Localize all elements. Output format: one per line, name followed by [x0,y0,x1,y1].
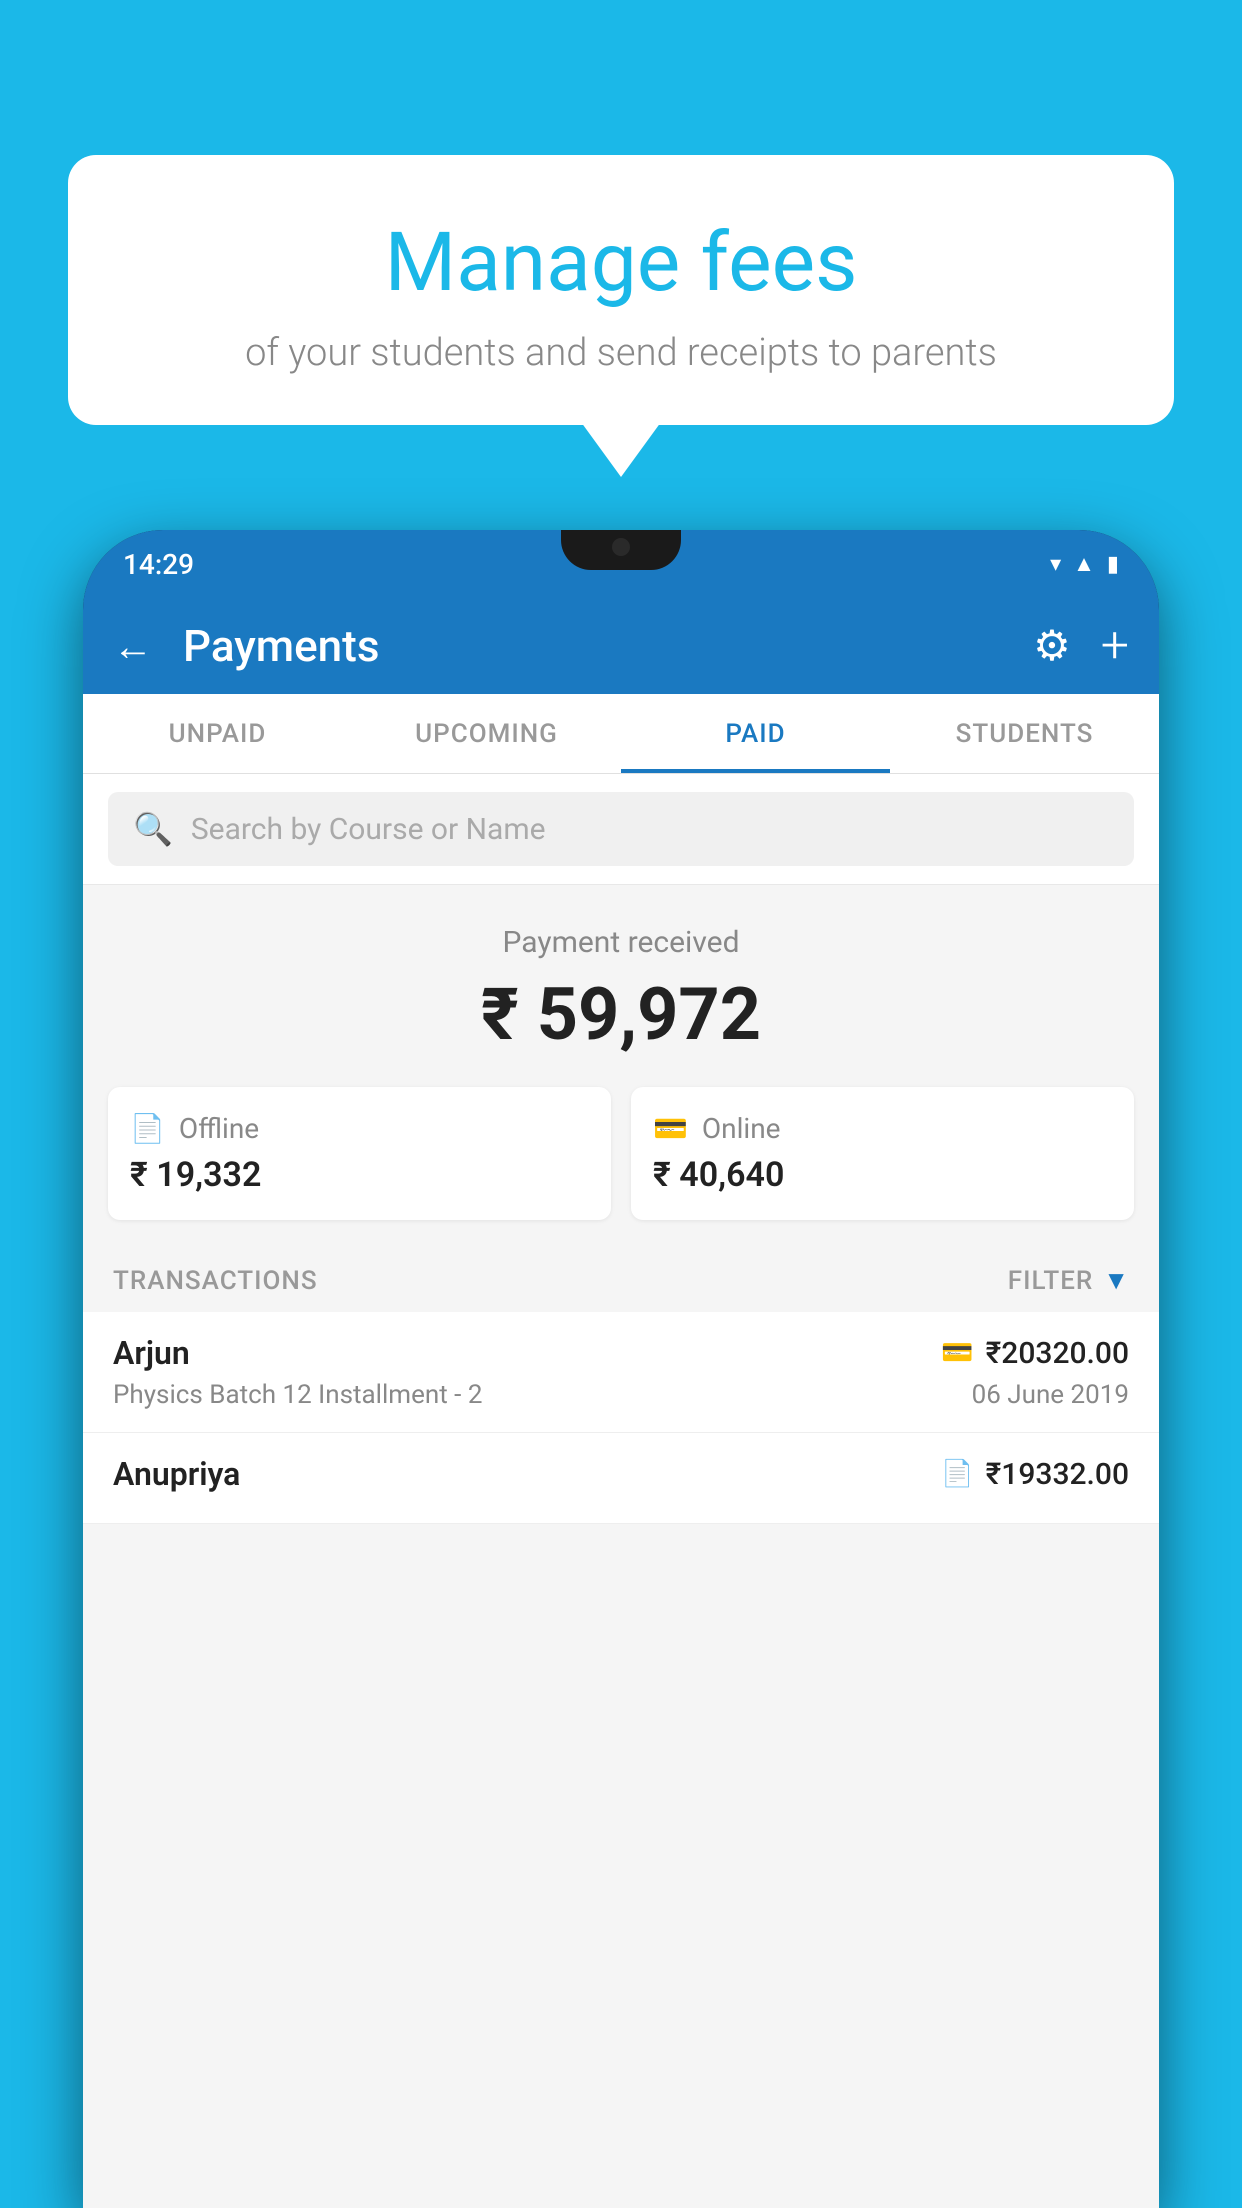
search-input[interactable]: Search by Course or Name [191,812,546,847]
bubble-subtitle: of your students and send receipts to pa… [118,331,1124,375]
back-button[interactable]: ← [113,623,153,670]
online-label: Online [702,1112,781,1145]
payment-type-icon: 💳 [941,1338,973,1368]
payment-received-label: Payment received [113,925,1129,960]
tabs-bar: UNPAID UPCOMING PAID STUDENTS [83,694,1159,774]
bubble-title: Manage fees [118,215,1124,311]
offline-icon: 📄 [130,1112,165,1145]
payment-received-amount: ₹ 59,972 [113,972,1129,1057]
filter-icon: ▼ [1103,1265,1129,1296]
page-title: Payments [183,620,1003,672]
phone-screen: UNPAID UPCOMING PAID STUDENTS 🔍 Search b… [83,694,1159,2208]
transactions-label: TRANSACTIONS [113,1266,318,1296]
transaction-course: Physics Batch 12 Installment - 2 [113,1380,482,1410]
transaction-row[interactable]: Arjun 💳 ₹20320.00 Physics Batch 12 Insta… [83,1312,1159,1433]
online-amount: ₹ 40,640 [653,1155,1112,1195]
offline-card: 📄 Offline ₹ 19,332 [108,1087,611,1220]
settings-icon[interactable]: ⚙ [1033,621,1071,671]
search-container: 🔍 Search by Course or Name [83,774,1159,885]
status-time: 14:29 [123,548,194,581]
transaction-list: Arjun 💳 ₹20320.00 Physics Batch 12 Insta… [83,1312,1159,1524]
online-card: 💳 Online ₹ 40,640 [631,1087,1134,1220]
search-bar[interactable]: 🔍 Search by Course or Name [108,792,1134,866]
transaction-name: Anupriya [113,1455,240,1493]
payment-cards: 📄 Offline ₹ 19,332 💳 Online ₹ 40,640 [83,1087,1159,1245]
signal-icon: ▲ [1073,551,1095,577]
transaction-amount: ₹20320.00 [986,1336,1129,1371]
app-header: ← Payments ⚙ + [83,598,1159,694]
online-icon: 💳 [653,1112,688,1145]
payment-received-section: Payment received ₹ 59,972 [83,885,1159,1087]
transaction-amount: ₹19332.00 [986,1457,1129,1492]
search-icon: 🔍 [133,810,173,848]
transaction-row[interactable]: Anupriya 📄 ₹19332.00 [83,1433,1159,1524]
tab-upcoming[interactable]: UPCOMING [352,694,621,773]
transaction-name: Arjun [113,1334,190,1372]
payment-type-icon: 📄 [941,1459,973,1489]
speech-bubble: Manage fees of your students and send re… [68,155,1174,425]
tab-paid[interactable]: PAID [621,694,890,773]
notch [561,530,681,570]
transactions-header: TRANSACTIONS FILTER ▼ [83,1245,1159,1312]
offline-amount: ₹ 19,332 [130,1155,589,1195]
transaction-date: 06 June 2019 [972,1380,1129,1410]
camera [612,538,630,556]
status-icons: ▾ ▲ ▮ [1050,551,1119,577]
wifi-icon: ▾ [1050,552,1061,577]
offline-label: Offline [179,1112,259,1145]
status-bar: 14:29 ▾ ▲ ▮ [83,530,1159,598]
tab-unpaid[interactable]: UNPAID [83,694,352,773]
battery-icon: ▮ [1107,552,1119,577]
filter-container[interactable]: FILTER ▼ [1008,1265,1129,1296]
phone-frame: 14:29 ▾ ▲ ▮ ← Payments ⚙ + UNPAID UPCOMI… [83,530,1159,2208]
tab-students[interactable]: STUDENTS [890,694,1159,773]
add-button[interactable]: + [1101,617,1129,675]
filter-label: FILTER [1008,1266,1093,1296]
